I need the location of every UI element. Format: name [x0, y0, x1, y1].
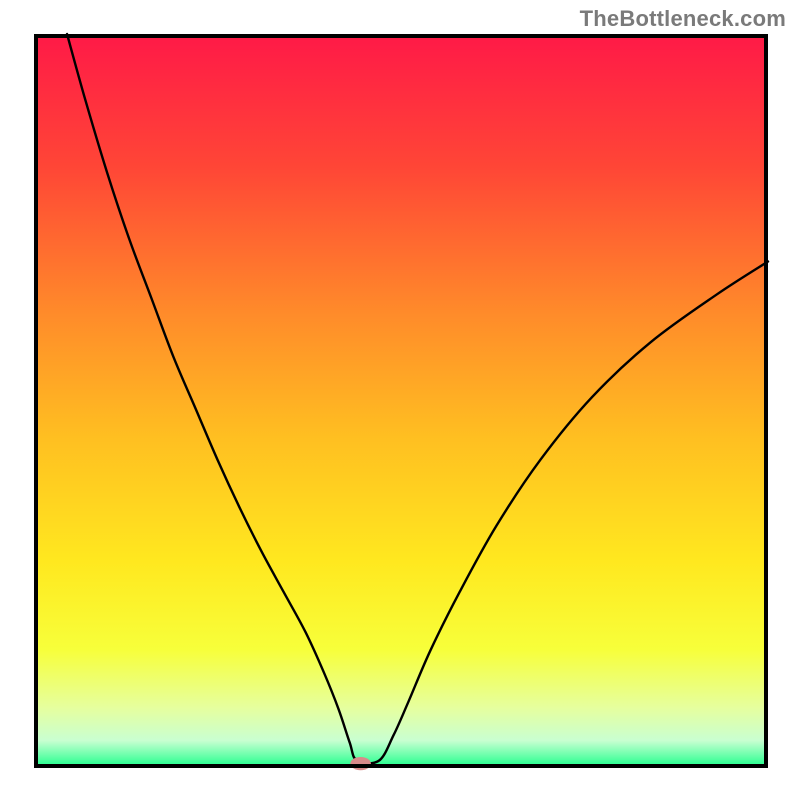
plot-background [36, 36, 766, 766]
chart-container: { "attribution": "TheBottleneck.com", "c… [0, 0, 800, 800]
minimum-marker [350, 757, 371, 770]
bottleneck-chart [0, 0, 800, 800]
attribution-text: TheBottleneck.com [580, 6, 786, 32]
